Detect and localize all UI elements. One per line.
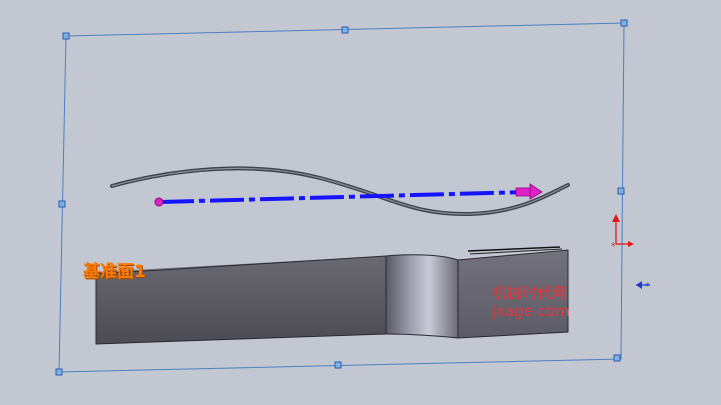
part-bend-face[interactable] <box>385 254 459 339</box>
watermark-url: jxage.com <box>492 302 570 320</box>
plane-handle-bottom-left[interactable] <box>55 368 63 376</box>
svg-text:*: * <box>611 242 616 252</box>
graphics-viewport[interactable]: * * 基准面1 机械时代网 jxage.com <box>0 0 721 401</box>
model-canvas[interactable]: * * <box>0 0 721 401</box>
view-orientation-icon[interactable]: * <box>636 281 650 292</box>
plane-handle-bottom-right[interactable] <box>613 354 621 362</box>
plane-handle-mid-right[interactable] <box>617 187 625 195</box>
watermark-cn: 机械时代网 <box>492 284 568 302</box>
plane-label[interactable]: 基准面1 <box>83 257 146 282</box>
svg-text:*: * <box>645 282 650 292</box>
direction-arrow-icon[interactable] <box>515 183 543 200</box>
plane-handle-bottom-mid[interactable] <box>334 361 342 369</box>
plane-handle-mid-left[interactable] <box>58 200 66 208</box>
plane-handle-top-left[interactable] <box>62 32 70 40</box>
path-start-point[interactable] <box>154 197 164 207</box>
plane-handle-top-right[interactable] <box>620 19 628 27</box>
plane-handle-top-mid[interactable] <box>341 26 349 34</box>
